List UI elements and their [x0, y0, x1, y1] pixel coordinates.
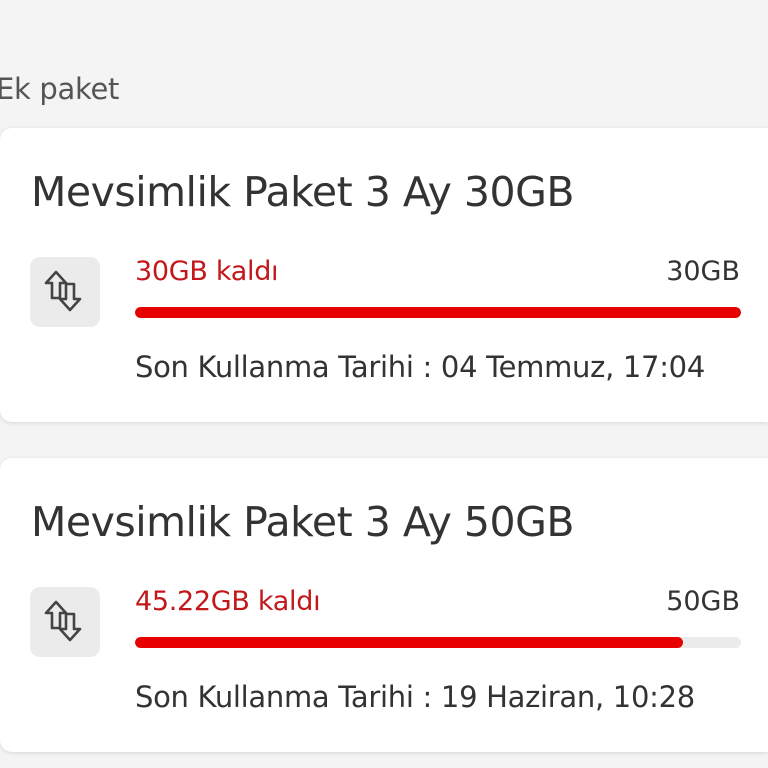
- expiry-date: Son Kullanma Tarihi : 19 Haziran, 10:28: [135, 680, 695, 714]
- usage-progress-fill: [135, 307, 741, 318]
- section-title: Ek paket: [0, 72, 120, 106]
- remaining-label: 45.22GB kaldı: [135, 586, 321, 617]
- remaining-label: 30GB kaldı: [135, 256, 279, 287]
- data-transfer-icon: [30, 587, 100, 657]
- usage-progress-fill: [135, 637, 684, 648]
- usage-progress-bar: [135, 307, 741, 318]
- package-card[interactable]: Mevsimlik Paket 3 Ay 30GB 30GB kaldı 30G…: [0, 128, 768, 422]
- usage-progress-bar: [135, 637, 741, 648]
- package-card[interactable]: Mevsimlik Paket 3 Ay 50GB 45.22GB kaldı …: [0, 458, 768, 752]
- total-label: 30GB: [666, 256, 740, 287]
- package-title: Mevsimlik Paket 3 Ay 50GB: [31, 498, 574, 546]
- total-label: 50GB: [666, 586, 740, 617]
- expiry-date: Son Kullanma Tarihi : 04 Temmuz, 17:04: [135, 350, 705, 384]
- data-transfer-icon: [30, 257, 100, 327]
- package-title: Mevsimlik Paket 3 Ay 30GB: [31, 168, 574, 216]
